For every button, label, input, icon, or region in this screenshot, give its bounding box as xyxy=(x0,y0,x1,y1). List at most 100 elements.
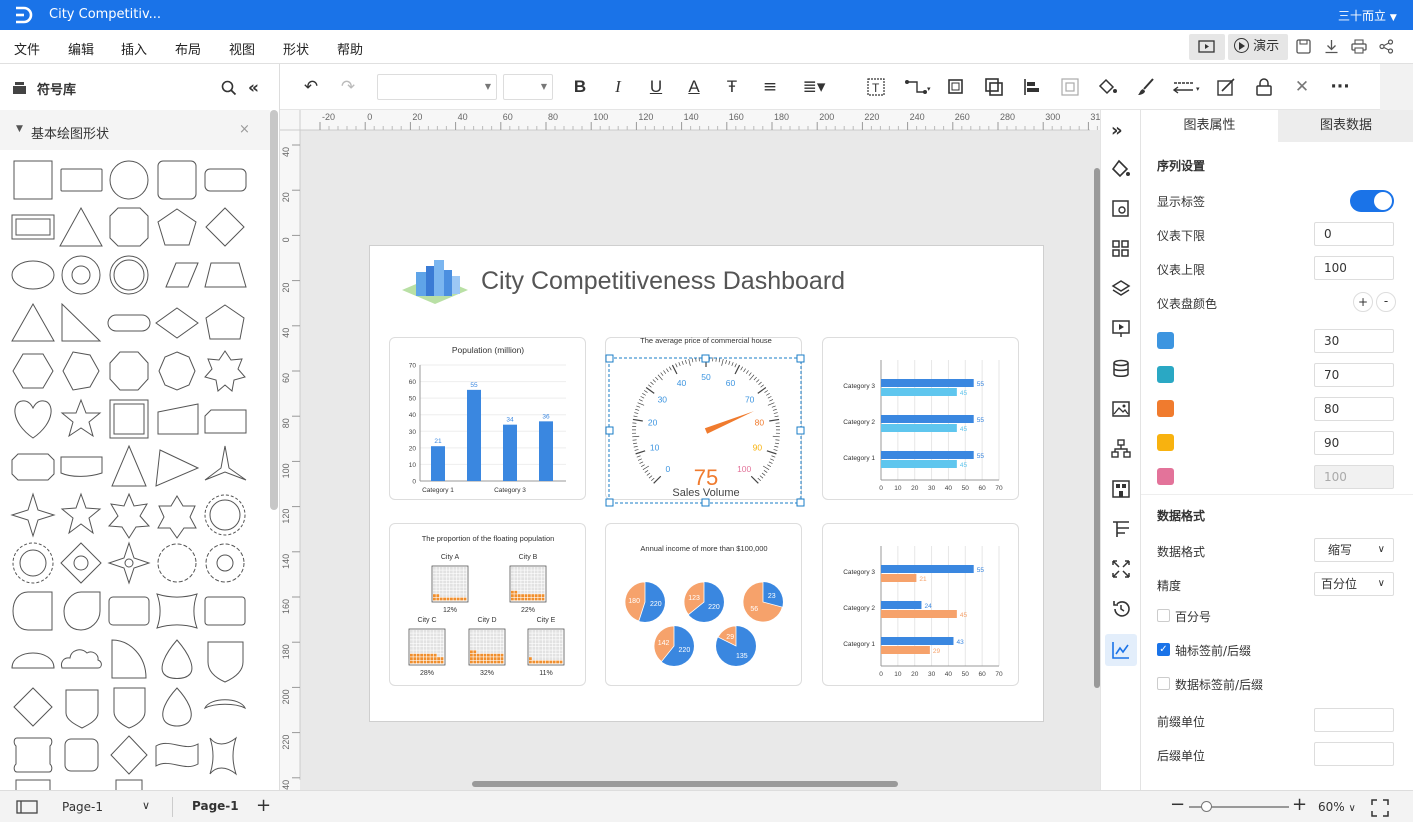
gauge-chart-card[interactable]: The average price of commercial house 0 1… xyxy=(605,336,805,507)
fill-style-icon[interactable] xyxy=(1111,159,1131,179)
menu-layout[interactable]: 布局 xyxy=(175,39,201,58)
edit-shape-icon[interactable] xyxy=(1215,76,1237,98)
data-prefix-checkbox[interactable] xyxy=(1157,677,1170,690)
more-icon[interactable]: ··· xyxy=(1329,76,1351,98)
canvas-page[interactable]: City Competitiveness Dashboard Populatio… xyxy=(369,245,1044,722)
page-view-icon[interactable] xyxy=(16,800,38,814)
gauge-max-input[interactable]: 100 xyxy=(1314,256,1394,280)
expand-panel-icon[interactable]: » xyxy=(1111,120,1131,141)
color-threshold-input[interactable]: 80 xyxy=(1314,397,1394,421)
canvas-area[interactable]: -20 0 20 40 60 80 100 120 140 160 180 200 220 240 260 2… xyxy=(280,110,1100,790)
tab-chart-properties[interactable]: 图表属性 xyxy=(1141,110,1278,142)
font-family-select[interactable]: ▼ xyxy=(377,74,497,100)
percent-sign-checkbox[interactable] xyxy=(1157,609,1170,622)
gauge-min-input[interactable]: 0 xyxy=(1314,222,1394,246)
app-logo-icon[interactable] xyxy=(13,6,33,24)
zoom-level[interactable]: 60% ∨ xyxy=(1318,800,1356,814)
menu-help[interactable]: 帮助 xyxy=(337,39,363,58)
axis-prefix-checkbox[interactable]: ✓ xyxy=(1157,643,1170,656)
text-style-icon[interactable]: Ŧ xyxy=(721,76,743,98)
color-threshold-input[interactable]: 90 xyxy=(1314,431,1394,455)
page-select[interactable]: Page-1 ∨ xyxy=(62,799,157,814)
font-color-icon[interactable]: A xyxy=(683,76,705,98)
zoom-in-icon[interactable]: + xyxy=(1292,794,1307,815)
color-swatch[interactable] xyxy=(1157,400,1174,417)
page-tab[interactable]: Page-1 xyxy=(192,799,239,813)
font-size-select[interactable]: ▼ xyxy=(503,74,553,100)
group-icon[interactable] xyxy=(1059,76,1081,98)
share-icon[interactable] xyxy=(1379,39,1394,57)
align-icon[interactable]: ≡ xyxy=(759,76,781,98)
shape-grid[interactable] xyxy=(0,150,270,790)
menu-file[interactable]: 文件 xyxy=(14,39,40,58)
data-format-select[interactable]: 缩写 ∨ xyxy=(1314,538,1394,562)
chart-settings-tab[interactable] xyxy=(1105,634,1137,666)
suffix-unit-input[interactable] xyxy=(1314,742,1394,766)
slideshow-icon[interactable] xyxy=(1189,34,1225,60)
italic-icon[interactable]: I xyxy=(607,76,629,98)
menu-edit[interactable]: 编辑 xyxy=(68,39,94,58)
line-spacing-icon[interactable]: ≣▾ xyxy=(799,76,829,98)
show-labels-toggle[interactable] xyxy=(1350,190,1394,212)
print-icon[interactable] xyxy=(1351,39,1367,57)
population-chart-card[interactable]: Population (million) 0 10 20 30 40 50 60 70 21 Ca… xyxy=(389,337,586,500)
tools-icon[interactable]: ✕ xyxy=(1291,76,1313,98)
menu-insert[interactable]: 插入 xyxy=(121,39,147,58)
color-threshold-input[interactable]: 100 xyxy=(1314,465,1394,489)
building-icon[interactable] xyxy=(1111,479,1131,499)
database-icon[interactable] xyxy=(1111,359,1131,379)
zoom-out-icon[interactable]: − xyxy=(1170,794,1185,815)
line-style-icon[interactable]: ▾ xyxy=(1173,76,1203,98)
close-icon[interactable]: × xyxy=(239,122,250,137)
align-left-icon[interactable] xyxy=(1021,76,1043,98)
connector-icon[interactable]: ▾ xyxy=(904,76,934,98)
presentation-icon[interactable] xyxy=(1111,319,1131,339)
save-icon[interactable] xyxy=(1296,39,1311,57)
page-settings-icon[interactable] xyxy=(1111,199,1131,219)
color-swatch[interactable] xyxy=(1157,468,1174,485)
menu-view[interactable]: 视图 xyxy=(229,39,255,58)
horizontal-bar-chart-card-2[interactable]: 0 10 20 30 40 50 60 70 Category 3 55 21 Category 2 2… xyxy=(822,523,1019,686)
panel-scrollbar[interactable] xyxy=(270,110,278,510)
fullscreen-icon[interactable] xyxy=(1371,799,1389,817)
income-pie-card[interactable]: Annual income of more than $100,000 180 2… xyxy=(605,523,802,686)
fill-icon[interactable] xyxy=(1097,76,1119,98)
color-threshold-input[interactable]: 70 xyxy=(1314,363,1394,387)
text-box-icon[interactable]: T xyxy=(865,76,887,98)
present-button[interactable]: 演示 xyxy=(1228,34,1288,60)
layers-icon[interactable] xyxy=(1111,279,1131,299)
menu-shape[interactable]: 形状 xyxy=(283,39,309,58)
image-icon[interactable] xyxy=(1111,399,1131,419)
add-color-button[interactable]: + xyxy=(1353,292,1373,312)
table-format-icon[interactable] xyxy=(1111,519,1131,539)
prefix-unit-input[interactable] xyxy=(1314,708,1394,732)
collapse-panel-icon[interactable]: « xyxy=(248,78,259,98)
lock-icon[interactable] xyxy=(1253,76,1275,98)
add-page-icon[interactable]: + xyxy=(256,795,271,816)
color-threshold-input[interactable]: 30 xyxy=(1314,329,1394,353)
redo-icon[interactable]: ↷ xyxy=(337,76,359,98)
tab-chart-data[interactable]: 图表数据 xyxy=(1278,110,1413,142)
zoom-slider[interactable] xyxy=(1189,801,1289,812)
bold-icon[interactable]: B xyxy=(569,76,591,98)
floating-population-card[interactable]: The proportion of the floating populatio… xyxy=(389,523,586,686)
brush-icon[interactable] xyxy=(1135,76,1157,98)
color-swatch[interactable] xyxy=(1157,434,1174,451)
search-icon[interactable] xyxy=(221,80,237,99)
grid-icon[interactable] xyxy=(1111,239,1131,259)
horizontal-bar-chart-card[interactable]: 0 10 20 30 40 50 60 70 Category 3 55 45 Category 2 5… xyxy=(822,337,1019,500)
send-back-icon[interactable] xyxy=(983,76,1005,98)
color-swatch[interactable] xyxy=(1157,366,1174,383)
library-section-header[interactable]: ▼ 基本绘图形状 × xyxy=(0,110,270,150)
undo-icon[interactable]: ↶ xyxy=(300,76,322,98)
org-chart-icon[interactable] xyxy=(1111,439,1131,459)
download-icon[interactable] xyxy=(1324,39,1339,57)
remove-color-button[interactable]: - xyxy=(1376,292,1396,312)
underline-icon[interactable]: U xyxy=(645,76,667,98)
bring-front-icon[interactable] xyxy=(945,76,967,98)
fit-icon[interactable] xyxy=(1111,559,1131,579)
color-swatch[interactable] xyxy=(1157,332,1174,349)
user-menu[interactable]: 三十而立 ▼ xyxy=(1338,7,1397,24)
history-icon[interactable] xyxy=(1111,599,1131,619)
precision-select[interactable]: 百分位 ∨ xyxy=(1314,572,1394,596)
